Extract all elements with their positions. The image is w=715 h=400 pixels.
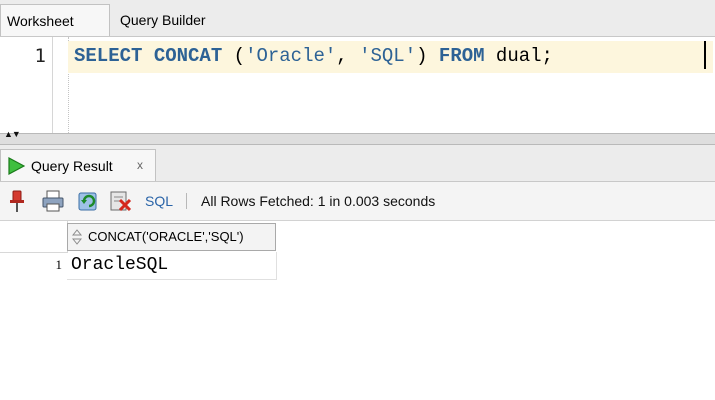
column-header[interactable]: CONCAT('ORACLE','SQL') [67, 223, 276, 251]
sort-icon[interactable] [71, 228, 83, 246]
cell-value: OracleSQL [71, 255, 169, 275]
tab-query-builder-label: Query Builder [120, 12, 206, 28]
line-number-gutter: 1 [0, 37, 53, 133]
grid-corner-cell [0, 221, 68, 253]
pin-icon[interactable] [4, 188, 30, 214]
sql-table-name: dual; [484, 45, 553, 67]
sql-code-line[interactable]: SELECT CONCAT ('Oracle', 'SQL') FROM dua… [74, 45, 553, 67]
tab-query-result-label: Query Result [31, 158, 113, 174]
fetch-status: All Rows Fetched: 1 in 0.003 seconds [201, 193, 436, 209]
sql-open-paren: ( [222, 45, 246, 67]
play-icon [8, 157, 25, 175]
sql-string-arg2: 'SQL' [359, 45, 417, 67]
sql-link[interactable]: SQL [145, 182, 173, 220]
result-toolbar: SQL All Rows Fetched: 1 in 0.003 seconds [0, 182, 715, 221]
sql-function-concat: CONCAT [153, 45, 223, 67]
result-grid: CONCAT('ORACLE','SQL') 1 OracleSQL [0, 221, 715, 400]
sql-comma: , [336, 45, 360, 67]
tab-query-result[interactable]: Query Result x [0, 149, 156, 181]
sql-string-arg1: 'Oracle' [245, 45, 337, 67]
editor-tab-strip: Worksheet Query Builder [0, 0, 715, 37]
sql-editor[interactable]: 1 SELECT CONCAT ('Oracle', 'SQL') FROM d… [0, 37, 715, 133]
refresh-icon[interactable] [76, 188, 102, 214]
line-number: 1 [34, 45, 46, 67]
column-header-label: CONCAT('ORACLE','SQL') [88, 229, 244, 244]
pane-splitter[interactable]: ▲▼ [0, 130, 715, 145]
sql-close-paren: ) [416, 45, 439, 67]
sql-keyword-select: SELECT [74, 45, 143, 67]
sql-keyword-from: FROM [438, 45, 485, 67]
export-icon[interactable] [108, 188, 134, 214]
splitter-arrows-icon[interactable]: ▲▼ [4, 130, 21, 139]
print-icon[interactable] [40, 188, 66, 214]
table-cell[interactable]: OracleSQL [67, 252, 277, 280]
tab-query-builder[interactable]: Query Builder [114, 4, 234, 36]
tab-worksheet[interactable]: Worksheet [0, 4, 110, 36]
close-icon[interactable]: x [137, 150, 143, 180]
row-number: 1 [55, 257, 63, 272]
tab-worksheet-label: Worksheet [7, 13, 74, 29]
toolbar-separator [186, 193, 187, 209]
result-tab-strip: Query Result x [0, 145, 715, 182]
text-caret [704, 41, 706, 69]
